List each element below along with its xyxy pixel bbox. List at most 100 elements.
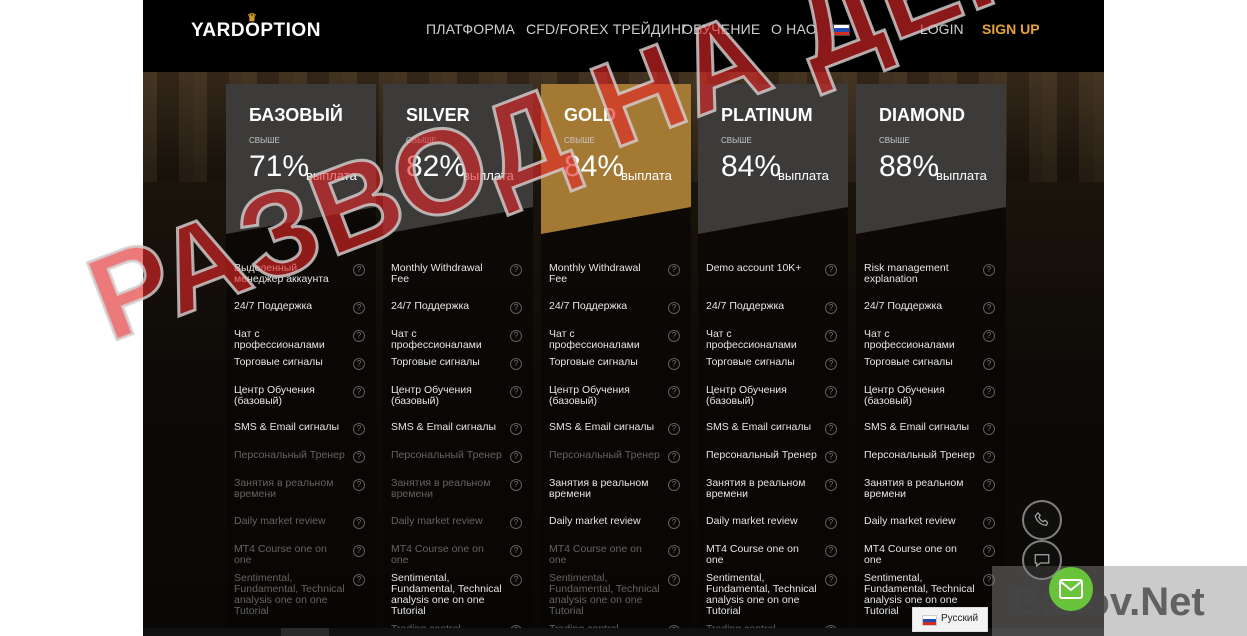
help-icon[interactable]: ?	[983, 451, 995, 463]
plan-feature: Чат с профессионалами	[864, 328, 955, 351]
plan-feature: Чат с профессионалами	[706, 328, 797, 351]
help-icon[interactable]: ?	[668, 545, 680, 557]
help-icon[interactable]: ?	[983, 264, 995, 276]
help-icon[interactable]: ?	[510, 451, 522, 463]
help-icon[interactable]: ?	[668, 330, 680, 342]
help-icon[interactable]: ?	[825, 517, 837, 529]
help-icon[interactable]: ?	[668, 264, 680, 276]
chat-icon	[1034, 554, 1050, 568]
help-icon[interactable]: ?	[825, 423, 837, 435]
plan-column: DIAMOND СВЫШЕ 88% выплата Risk management ex…	[856, 84, 1006, 636]
plan-feature: Sentimental, Fundamental, Technical anal…	[391, 572, 502, 617]
help-icon[interactable]: ?	[353, 423, 365, 435]
plan-feature: Центр Обучения (базовый)	[864, 384, 945, 407]
help-icon[interactable]: ?	[983, 302, 995, 314]
help-icon[interactable]: ?	[825, 358, 837, 370]
help-icon[interactable]: ?	[983, 358, 995, 370]
plan-above-label: СВЫШЕ	[249, 136, 280, 145]
help-icon[interactable]: ?	[353, 302, 365, 314]
plan-feature: 24/7 Поддержка	[391, 300, 470, 312]
crown-icon: ♛	[247, 12, 258, 24]
help-icon[interactable]: ?	[353, 386, 365, 398]
help-icon[interactable]: ?	[510, 574, 522, 586]
plan-feature: MT4 Course one on one	[234, 543, 327, 566]
language-selector[interactable]: Русский	[912, 607, 988, 632]
plan-feature: Sentimental, Fundamental, Technical anal…	[706, 572, 817, 617]
help-icon[interactable]: ?	[510, 545, 522, 557]
plan-feature: Risk management explanation	[864, 262, 949, 285]
help-icon[interactable]: ?	[983, 423, 995, 435]
mail-icon	[1059, 579, 1083, 599]
plan-feature: Торговые сигналы	[234, 356, 323, 368]
help-icon[interactable]: ?	[353, 479, 365, 491]
help-icon[interactable]: ?	[825, 479, 837, 491]
help-icon[interactable]: ?	[510, 479, 522, 491]
help-icon[interactable]: ?	[983, 517, 995, 529]
help-icon[interactable]: ?	[668, 302, 680, 314]
help-icon[interactable]: ?	[353, 330, 365, 342]
plan-feature: Monthly Withdrawal Fee	[549, 262, 641, 285]
plan-name: DIAMOND	[879, 105, 965, 125]
help-icon[interactable]: ?	[825, 330, 837, 342]
yardoption-logo[interactable]: YARDOPTION ♛	[191, 12, 321, 42]
help-icon[interactable]: ?	[510, 517, 522, 529]
help-icon[interactable]: ?	[825, 264, 837, 276]
plan-feature: Персональный Тренер	[706, 449, 817, 461]
help-icon[interactable]: ?	[353, 517, 365, 529]
plan-card[interactable]: DIAMOND СВЫШЕ 88% выплата	[856, 84, 1006, 234]
plan-feature: Daily market review	[706, 515, 798, 527]
plan-feature: Торговые сигналы	[706, 356, 795, 368]
plan-feature: Sentimental, Fundamental, Technical anal…	[234, 572, 345, 617]
help-icon[interactable]: ?	[825, 302, 837, 314]
plan-feature: Sentimental, Fundamental, Technical anal…	[549, 572, 660, 617]
help-icon[interactable]: ?	[353, 545, 365, 557]
mail-button[interactable]	[1049, 567, 1093, 611]
help-icon[interactable]: ?	[510, 386, 522, 398]
help-icon[interactable]: ?	[668, 451, 680, 463]
plan-feature: Monthly Withdrawal Fee	[391, 262, 483, 285]
help-icon[interactable]: ?	[353, 451, 365, 463]
help-icon[interactable]: ?	[668, 517, 680, 529]
help-icon[interactable]: ?	[983, 545, 995, 557]
help-icon[interactable]: ?	[510, 302, 522, 314]
help-icon[interactable]: ?	[668, 574, 680, 586]
help-icon[interactable]: ?	[353, 358, 365, 370]
nav-platform[interactable]: ПЛАТФОРМА	[426, 21, 515, 37]
plan-percent: 84%	[721, 150, 782, 183]
plan-feature: MT4 Course one on one	[549, 543, 642, 566]
help-icon[interactable]: ?	[510, 330, 522, 342]
plan-feature: MT4 Course one on one	[706, 543, 799, 566]
plan-percent: 88%	[879, 150, 940, 183]
help-icon[interactable]: ?	[510, 264, 522, 276]
help-icon[interactable]: ?	[668, 386, 680, 398]
watermark-text: Baxov.Net	[1012, 580, 1205, 624]
help-icon[interactable]: ?	[983, 330, 995, 342]
help-icon[interactable]: ?	[825, 545, 837, 557]
help-icon[interactable]: ?	[510, 423, 522, 435]
help-icon[interactable]: ?	[983, 479, 995, 491]
plan-feature: Daily market review	[864, 515, 956, 527]
plan-feature: Центр Обучения (базовый)	[706, 384, 787, 407]
phone-button[interactable]	[1022, 500, 1062, 540]
help-icon[interactable]: ?	[353, 574, 365, 586]
plan-above-label: СВЫШЕ	[721, 136, 752, 145]
help-icon[interactable]: ?	[825, 451, 837, 463]
help-icon[interactable]: ?	[510, 358, 522, 370]
plan-payout-label: выплата	[936, 168, 987, 183]
plan-feature: SMS & Email сигналы	[864, 421, 970, 433]
plan-feature: Центр Обучения (базовый)	[234, 384, 315, 407]
plan-feature: Торговые сигналы	[391, 356, 480, 368]
plan-feature: Занятия в реальном времени	[391, 477, 491, 500]
help-icon[interactable]: ?	[668, 358, 680, 370]
help-icon[interactable]: ?	[668, 479, 680, 491]
plan-feature: MT4 Course one on one	[864, 543, 957, 566]
plan-feature: Персональный Тренер	[864, 449, 975, 461]
help-icon[interactable]: ?	[983, 386, 995, 398]
help-icon[interactable]: ?	[825, 386, 837, 398]
help-icon[interactable]: ?	[825, 574, 837, 586]
plan-payout-label: выплата	[778, 168, 829, 183]
help-icon[interactable]: ?	[668, 423, 680, 435]
plan-feature: Занятия в реальном времени	[864, 477, 964, 500]
plan-feature: SMS & Email сигналы	[706, 421, 812, 433]
plan-feature: Центр Обучения (базовый)	[549, 384, 630, 407]
